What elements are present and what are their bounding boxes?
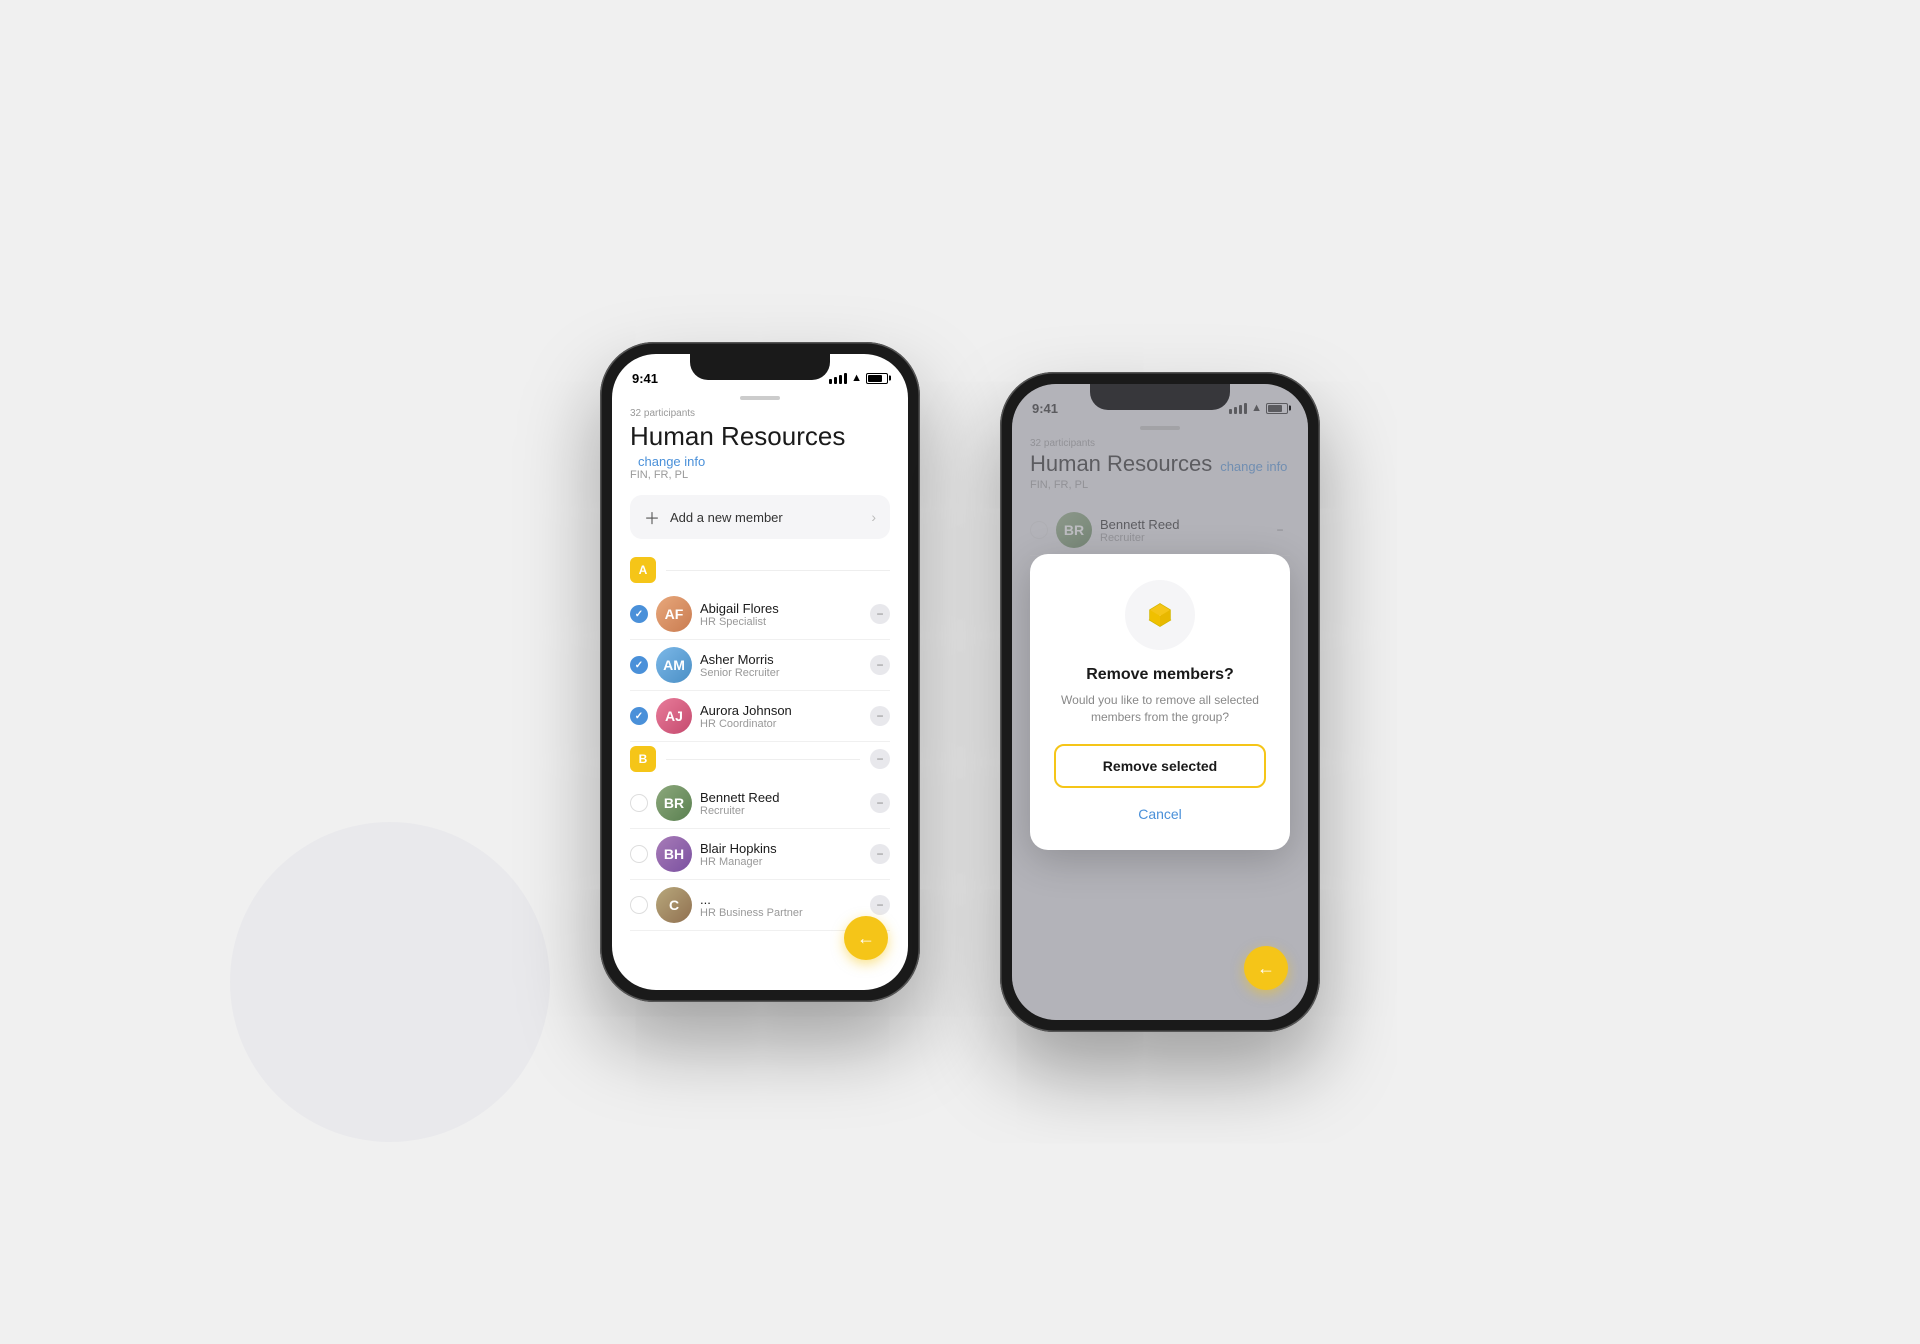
member-info-asher: Asher Morris Senior Recruiter [700, 652, 862, 679]
member-info-last: ... HR Business Partner [700, 892, 862, 919]
avatar-asher: AM [656, 647, 692, 683]
modal-description: Would you like to remove all selected me… [1054, 692, 1266, 726]
remove-btn-bennett[interactable]: − [870, 793, 890, 813]
time-1: 9:41 [632, 371, 658, 386]
avatar-aurora: AJ [656, 698, 692, 734]
member-name-abigail: Abigail Flores [700, 601, 862, 616]
member-role-abigail: HR Specialist [700, 616, 862, 628]
remove-btn-abigail[interactable]: − [870, 604, 890, 624]
remove-btn-asher[interactable]: − [870, 655, 890, 675]
screen-1: 9:41 ▲ 32 particip [612, 354, 908, 990]
status-icons-1: ▲ [829, 372, 888, 384]
section-a: A [630, 557, 890, 583]
checkbox-last[interactable] [630, 896, 648, 914]
fab-button-2[interactable]: ← [1244, 946, 1288, 990]
checkbox-abigail[interactable] [630, 605, 648, 623]
fab-button-1[interactable]: ← [844, 916, 888, 960]
member-info-bennett: Bennett Reed Recruiter [700, 790, 862, 817]
notch-1 [690, 354, 830, 380]
member-row-aurora[interactable]: AJ Aurora Johnson HR Coordinator − [630, 691, 890, 742]
member-name-aurora: Aurora Johnson [700, 703, 862, 718]
languages-1: FIN, FR, PL [630, 469, 890, 481]
signal-1 [829, 373, 847, 384]
section-divider-b [666, 759, 860, 760]
member-role-last: HR Business Partner [700, 907, 862, 919]
screen-content-1: 32 participants Human Resources change i… [612, 408, 908, 990]
member-role-asher: Senior Recruiter [700, 667, 862, 679]
participants-label-1: 32 participants [630, 408, 890, 419]
member-info-aurora: Aurora Johnson HR Coordinator [700, 703, 862, 730]
member-name-blair: Blair Hopkins [700, 841, 862, 856]
circle-decoration [230, 822, 550, 1142]
box-3d-icon [1135, 590, 1185, 640]
member-role-blair: HR Manager [700, 856, 862, 868]
section-b-badge: B [630, 746, 656, 772]
section-divider-a [666, 570, 890, 571]
phone-1: 9:41 ▲ 32 particip [600, 342, 920, 1002]
plus-icon: ＋ [644, 505, 660, 529]
avatar-blair: BH [656, 836, 692, 872]
member-role-aurora: HR Coordinator [700, 718, 862, 730]
add-member-text: Add a new member [670, 510, 783, 525]
avatar-abigail: AF [656, 596, 692, 632]
checkbox-asher[interactable] [630, 656, 648, 674]
title-row-1: Human Resources change info [630, 421, 890, 469]
remove-btn-aurora[interactable]: − [870, 706, 890, 726]
remove-btn-section-b[interactable]: − [870, 749, 890, 769]
checkbox-bennett[interactable] [630, 794, 648, 812]
avatar-bennett: BR [656, 785, 692, 821]
section-a-badge: A [630, 557, 656, 583]
member-info-abigail: Abigail Flores HR Specialist [700, 601, 862, 628]
add-member-button[interactable]: ＋ Add a new member › [630, 495, 890, 539]
member-name-last: ... [700, 892, 862, 907]
modal-icon-container [1125, 580, 1195, 650]
modal-title: Remove members? [1054, 666, 1266, 684]
section-b: B − [630, 746, 890, 772]
group-title-1: Human Resources [630, 421, 845, 452]
checkbox-blair[interactable] [630, 845, 648, 863]
member-row-blair[interactable]: BH Blair Hopkins HR Manager − [630, 829, 890, 880]
member-name-bennett: Bennett Reed [700, 790, 862, 805]
member-role-bennett: Recruiter [700, 805, 862, 817]
remove-btn-blair[interactable]: − [870, 844, 890, 864]
member-row-abigail[interactable]: AF Abigail Flores HR Specialist − [630, 589, 890, 640]
cancel-button[interactable]: Cancel [1054, 798, 1266, 830]
remove-selected-button[interactable]: Remove selected [1054, 744, 1266, 788]
member-name-asher: Asher Morris [700, 652, 862, 667]
remove-btn-last[interactable]: − [870, 895, 890, 915]
battery-icon-1 [866, 373, 888, 384]
chevron-right-icon: › [871, 509, 876, 525]
main-scene: 9:41 ▲ 32 particip [310, 122, 1610, 1222]
modal-overlay: Remove members? Would you like to remove… [1012, 384, 1308, 1020]
member-row-asher[interactable]: AM Asher Morris Senior Recruiter − [630, 640, 890, 691]
checkbox-aurora[interactable] [630, 707, 648, 725]
screen-2: 9:41 ▲ 32 particip [1012, 384, 1308, 1020]
modal-card: Remove members? Would you like to remove… [1030, 554, 1290, 850]
wifi-icon-1: ▲ [851, 372, 862, 384]
avatar-last: C [656, 887, 692, 923]
drag-handle-1[interactable] [740, 396, 780, 400]
change-info-link-1[interactable]: change info [638, 454, 705, 469]
member-row-bennett[interactable]: BR Bennett Reed Recruiter − [630, 778, 890, 829]
member-info-blair: Blair Hopkins HR Manager [700, 841, 862, 868]
phone-2: 9:41 ▲ 32 particip [1000, 372, 1320, 1032]
